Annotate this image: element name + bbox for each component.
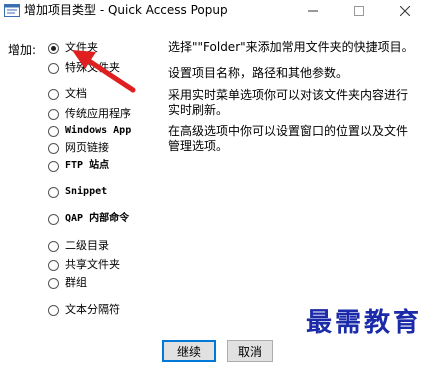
watermark-text: 最需教育 [306, 308, 423, 338]
